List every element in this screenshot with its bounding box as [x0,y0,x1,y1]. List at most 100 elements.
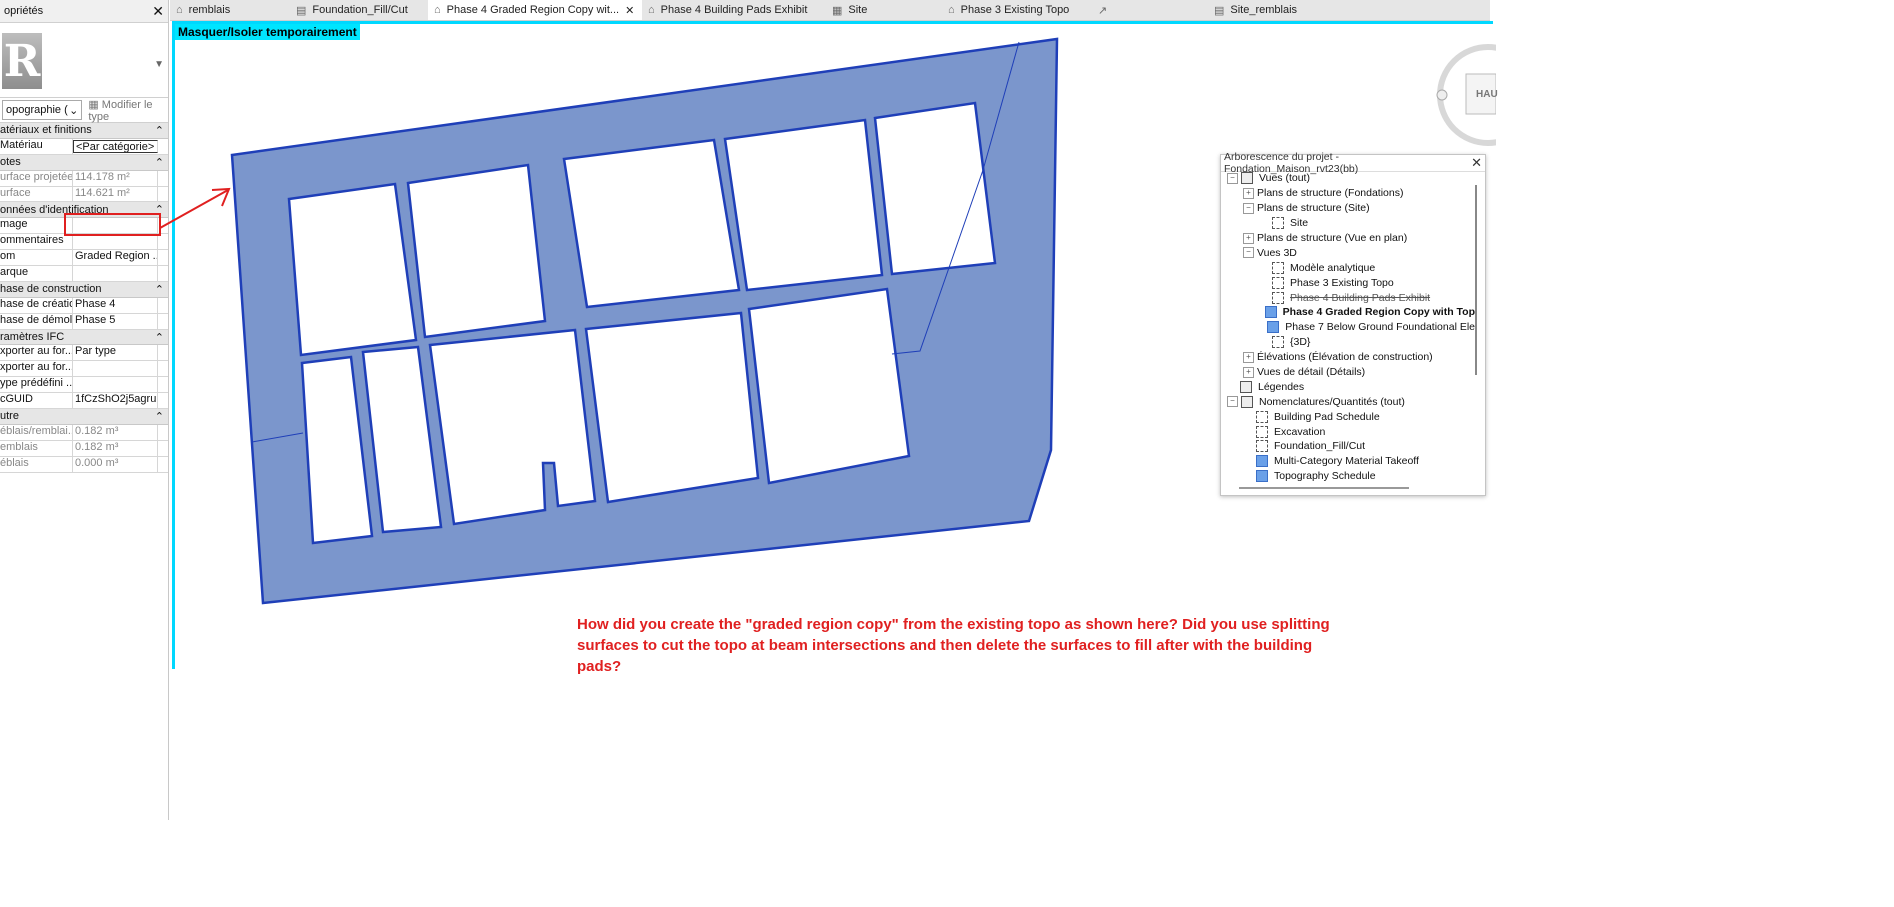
tree-node-label: Élévations (Élévation de construction) [1257,351,1433,364]
tree-node[interactable]: Phase 3 Existing Topo [1227,275,1475,290]
view-cube[interactable]: HAU [1436,40,1539,150]
chevron-down-icon[interactable]: ▼ [154,59,164,70]
property-grid: atériaux et finitions ⌃ Matériau <Par catég… [0,123,168,473]
vertical-scrollbar[interactable] [1475,185,1477,375]
view-tab[interactable]: ⌂ Phase 4 Graded Region Copy wit... ✕ [428,0,642,20]
close-tab-icon[interactable]: ✕ [625,4,634,17]
horizontal-scrollbar[interactable] [1239,487,1409,489]
tree-node[interactable]: + Élévations (Élévation de construction) [1227,350,1475,365]
section-label: otes [0,156,21,169]
view-icon [1256,455,1268,468]
view-icon [1256,410,1268,423]
view-tab[interactable]: ⌂ remblais [170,0,290,20]
property-value[interactable] [73,377,158,393]
collapse-icon[interactable]: ⌃ [155,331,164,344]
property-value[interactable]: 0.000 m³ [73,456,158,472]
tree-node[interactable]: Phase 4 Graded Region Copy with Top [1227,305,1475,320]
tree-node[interactable]: − Plans de structure (Site) [1227,201,1475,216]
collapse-icon[interactable]: − [1227,396,1238,408]
tree-node-label: Phase 4 Building Pads Exhibit [1290,291,1431,304]
revit-logo-icon: R [2,33,42,89]
view-cube-label: HAU [1476,89,1498,100]
collapse-icon[interactable]: ⌃ [155,124,164,137]
view-icon [1264,306,1277,319]
tree-node-label: Excavation [1274,425,1326,438]
property-value[interactable]: 114.621 m² [73,186,158,202]
property-value[interactable]: Par type [73,345,158,361]
property-row: xporter au for... [0,361,168,378]
tree-node[interactable]: Phase 4 Building Pads Exhibit [1227,290,1475,305]
property-value[interactable]: 1fCzShO2j5agru... [73,393,158,409]
view-tab[interactable]: ▤ Site_remblais [1208,0,1340,20]
tree-node[interactable]: Excavation [1227,424,1475,439]
expand-icon[interactable]: + [1243,232,1254,244]
expand-icon[interactable]: + [1243,366,1254,378]
property-row: arque [0,266,168,282]
property-value[interactable] [73,361,158,377]
properties-title-bar: opriétés ✕ [0,0,168,23]
project-browser: Arborescence du projet - Fondation_Maiso… [1220,151,1486,496]
tree-node[interactable]: − Vues 3D [1227,245,1475,260]
collapse-icon[interactable]: ⌃ [155,203,164,216]
tree-node[interactable]: + Plans de structure (Fondations) [1227,186,1475,201]
chevron-down-icon: ⌄ [69,104,79,117]
property-value[interactable] [73,218,158,234]
property-value[interactable]: Phase 4 [73,297,158,313]
close-icon[interactable]: ✕ [152,3,164,20]
edit-type-button[interactable]: ▦ Modifier le type [88,98,166,123]
property-value[interactable]: Graded Region ... [73,250,158,266]
property-section-header[interactable]: atériaux et finitions ⌃ [0,123,168,139]
tree-node[interactable]: + Plans de structure (Vue en plan) [1227,231,1475,246]
collapse-icon[interactable]: − [1227,172,1238,184]
tree-node[interactable]: Building Pad Schedule [1227,409,1475,424]
property-row: hase de démol...Phase 5 [0,313,168,330]
tree-node[interactable]: + Vues de détail (Détails) [1227,365,1475,380]
tree-node[interactable]: Topography Schedule [1227,469,1475,484]
view-icon [1272,336,1284,349]
view-type-icon: ⌂ [948,4,955,16]
tree-node[interactable]: Multi-Category Material Takeoff [1227,454,1475,469]
property-section-header[interactable]: otes ⌃ [0,154,168,171]
property-section-header[interactable]: ramètres IFC ⌃ [0,329,168,346]
property-section-header[interactable]: utre ⌃ [0,409,168,425]
instance-filter-dropdown[interactable]: opographie (⌄ [2,100,83,120]
view-tab[interactable]: ▦ Site [826,0,942,20]
tree-node[interactable]: Modèle analytique [1227,260,1475,275]
collapse-icon[interactable]: − [1243,247,1254,259]
view-tab[interactable]: ▤ Foundation_Fill/Cut [290,0,428,20]
tree-node[interactable]: − Nomenclatures/Quantités (tout) [1227,394,1475,409]
views-icon [1241,172,1253,185]
property-value[interactable]: 114.178 m² [73,170,158,186]
tree-node[interactable]: Site [1227,216,1475,231]
graded-region-surface[interactable] [230,37,1059,605]
collapse-icon[interactable]: − [1243,202,1254,214]
expand-icon[interactable]: + [1243,351,1254,363]
close-icon[interactable]: ✕ [1471,155,1482,171]
view-icon [1272,276,1284,289]
type-preview[interactable]: R ▼ [0,23,168,98]
tree-node[interactable]: − Vues (tout) [1227,171,1475,186]
property-value[interactable]: Phase 5 [73,313,158,329]
collapse-icon[interactable]: ⌃ [155,283,164,296]
tab-label: Site [848,4,868,16]
collapse-icon[interactable]: ⌃ [155,156,164,169]
tree-node[interactable]: {3D} [1227,335,1475,350]
property-value[interactable] [73,234,158,250]
collapse-icon[interactable]: ⌃ [155,410,164,423]
property-value[interactable]: 0.182 m³ [73,440,158,456]
project-browser-title-bar: Arborescence du projet - Fondation_Maiso… [1221,151,1485,175]
property-section-header[interactable]: onnées d'identification ⌃ [0,202,168,219]
expand-icon[interactable]: + [1243,187,1254,199]
property-value[interactable] [73,266,158,281]
tree-node[interactable]: Foundation_Fill/Cut [1227,439,1475,454]
property-value[interactable]: 0.182 m³ [73,424,158,440]
tree-node[interactable]: Phase 7 Below Ground Foundational Ele [1227,320,1475,335]
property-section-header[interactable]: hase de construction ⌃ [0,281,168,298]
view-tab[interactable]: ⌂ Phase 3 Existing Topo [942,0,1092,20]
view-tab[interactable]: ↗ [1092,0,1208,20]
property-value[interactable]: <Par catégorie> [73,139,158,153]
property-row: mage [0,218,168,235]
compass-marker-icon [1436,89,1448,101]
view-tab[interactable]: ⌂ Phase 4 Building Pads Exhibit [642,0,826,20]
tree-node[interactable]: Légendes [1227,379,1475,394]
